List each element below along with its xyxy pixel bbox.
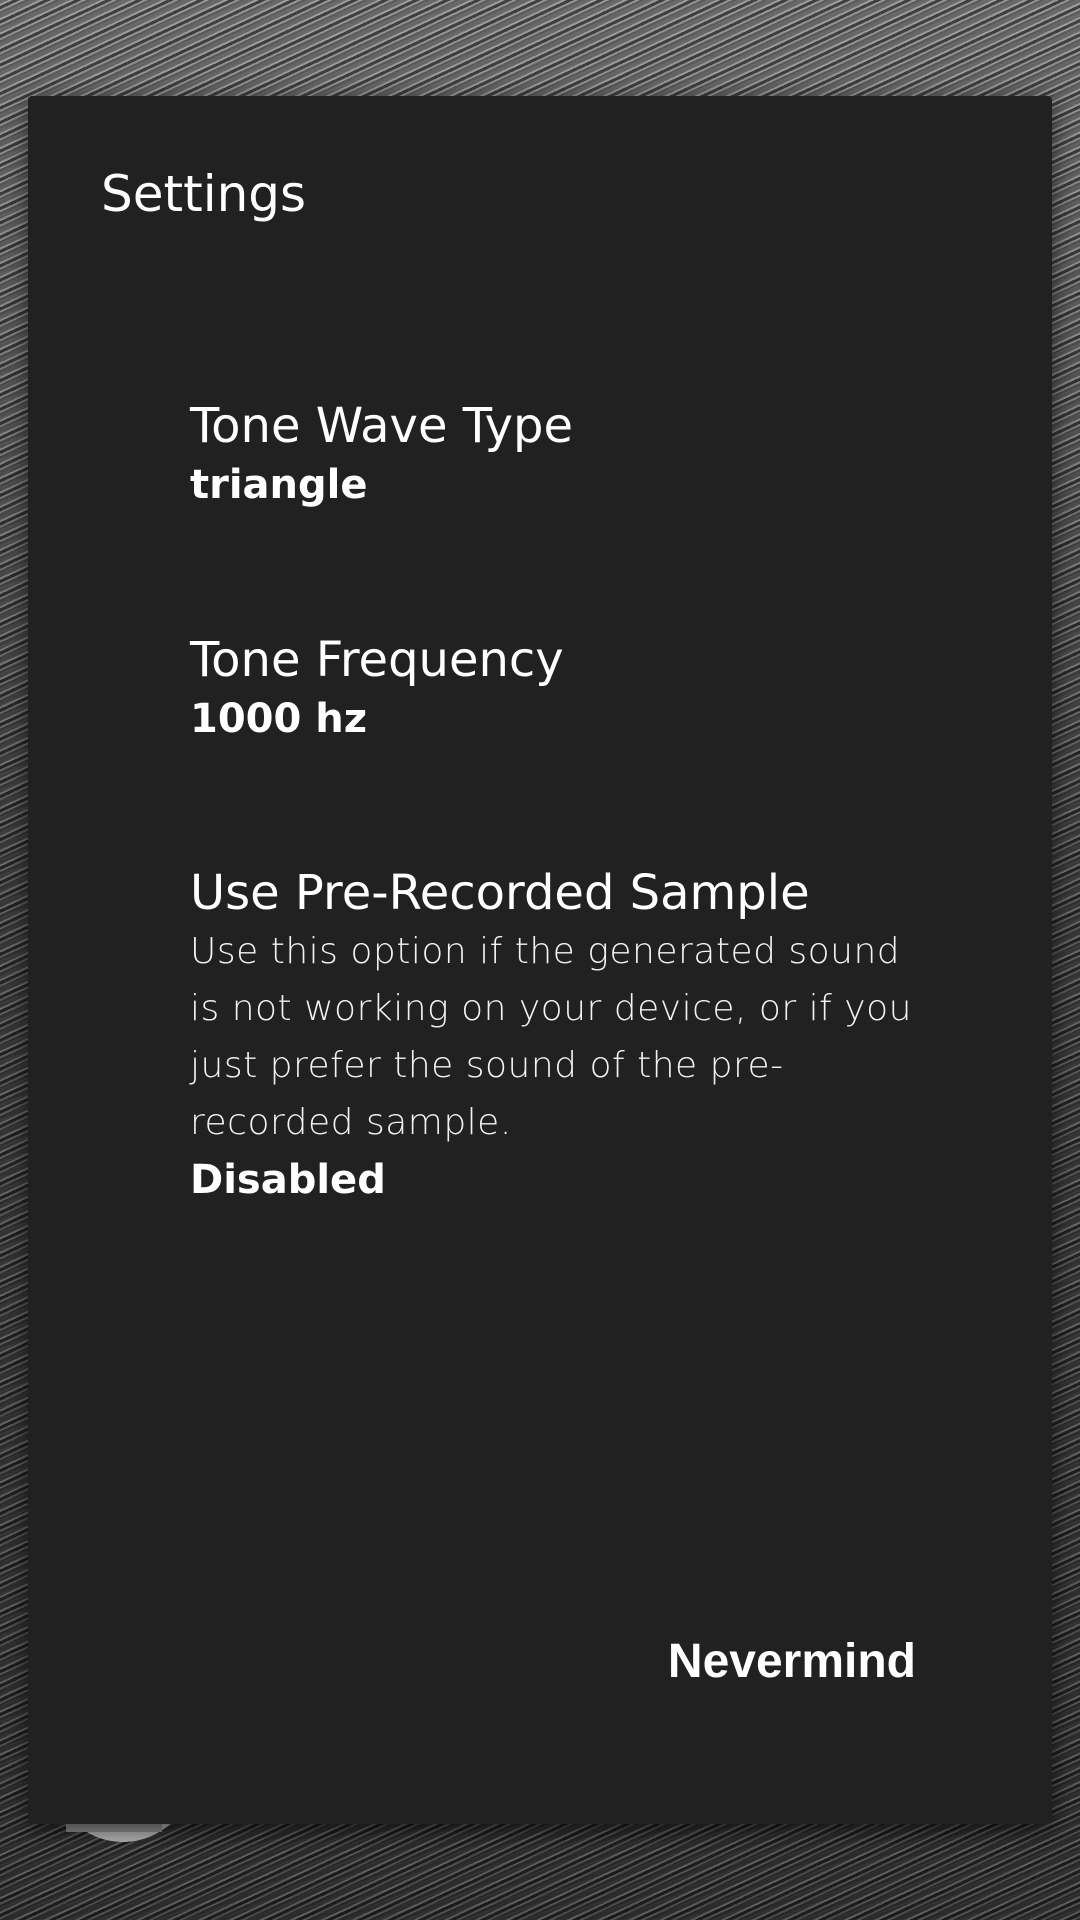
screen: { "dialog": { "title": "Settings", "pref… bbox=[0, 0, 1080, 1920]
pref-title: Use Pre-Recorded Sample bbox=[190, 865, 810, 921]
pref-use-pre-recorded-sample[interactable]: Use Pre-Recorded Sample Use this option … bbox=[190, 863, 930, 1209]
pref-value: Disabled bbox=[190, 1157, 386, 1203]
dialog-title: Settings bbox=[101, 165, 307, 223]
pref-summary: Use this option if the generated sound i… bbox=[190, 931, 912, 1143]
pref-title: Tone Frequency bbox=[190, 632, 564, 688]
pref-tone-wave-type[interactable]: Tone Wave Type triangle bbox=[190, 396, 930, 514]
settings-dialog: Settings Tone Wave Type triangle Tone Fr… bbox=[28, 96, 1052, 1824]
nevermind-button[interactable]: Nevermind bbox=[662, 1624, 922, 1699]
pref-tone-frequency[interactable]: Tone Frequency 1000 hz bbox=[190, 630, 930, 748]
pref-value: triangle bbox=[190, 462, 368, 508]
pref-title: Tone Wave Type bbox=[190, 398, 573, 454]
pref-value: 1000 hz bbox=[190, 696, 368, 742]
